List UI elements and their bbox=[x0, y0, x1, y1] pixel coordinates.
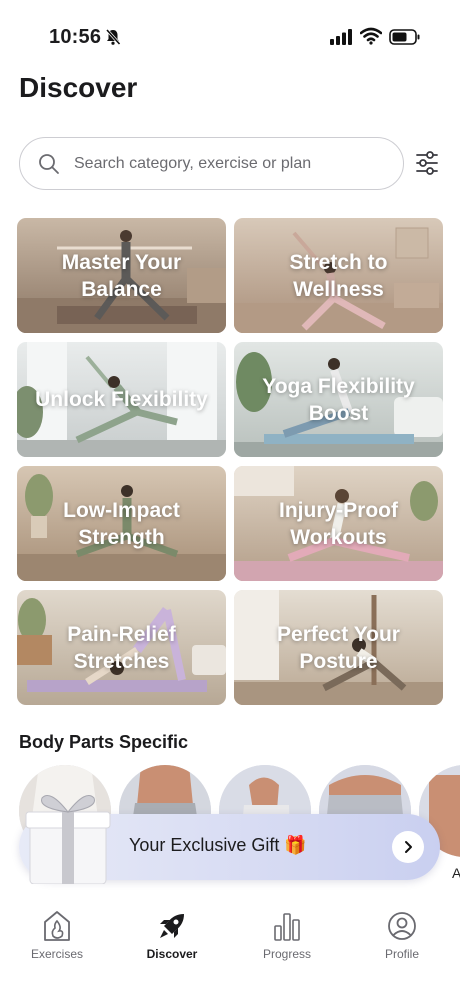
chevron-right-icon bbox=[405, 841, 412, 853]
category-card-stretch-to-wellness[interactable]: Stretch to Wellness bbox=[234, 218, 443, 333]
category-label: Yoga Flexibility Boost bbox=[262, 374, 415, 425]
search-bar[interactable] bbox=[19, 137, 404, 190]
tab-label: Discover bbox=[146, 947, 198, 961]
tab-profile[interactable]: Profile bbox=[357, 910, 447, 961]
category-label: Stretch to Wellness bbox=[289, 250, 388, 301]
category-label: Pain-Relief Stretches bbox=[67, 622, 176, 673]
body-part-label: A bbox=[452, 865, 460, 881]
category-label: Unlock Flexibility bbox=[35, 388, 208, 411]
category-label: Low-Impact Strength bbox=[63, 498, 180, 549]
category-card-pain-relief-stretches[interactable]: Pain-Relief Stretches bbox=[17, 590, 226, 705]
flame-icon bbox=[44, 911, 70, 941]
tab-progress[interactable]: Progress bbox=[242, 910, 332, 961]
category-label: Perfect Your Posture bbox=[277, 622, 400, 673]
status-time: 10:56 bbox=[49, 26, 102, 48]
bar-chart-icon bbox=[274, 913, 300, 941]
bottom-tab-bar: Exercises Discover Progress Profile bbox=[0, 900, 460, 1000]
tab-label: Profile bbox=[384, 947, 419, 961]
category-card-master-your-balance[interactable]: Master Your Balance bbox=[17, 218, 226, 333]
cellular-signal-icon bbox=[330, 29, 352, 45]
category-card-unlock-flexibility[interactable]: Unlock Flexibility bbox=[17, 342, 226, 457]
page-title: Discover bbox=[19, 72, 138, 103]
rocket-icon bbox=[160, 914, 184, 938]
category-card-yoga-flexibility-boost[interactable]: Yoga Flexibility Boost bbox=[234, 342, 443, 457]
category-label: Injury-Proof Workouts bbox=[279, 498, 398, 549]
category-card-injury-proof-workouts[interactable]: Injury-Proof Workouts bbox=[234, 466, 443, 581]
wifi-icon bbox=[360, 27, 382, 45]
category-label: Master Your Balance bbox=[61, 250, 182, 301]
gift-banner-label: Your Exclusive Gift 🎁 bbox=[129, 835, 307, 855]
gift-box-icon bbox=[25, 795, 111, 884]
search-icon bbox=[39, 154, 59, 174]
status-bar: 10:56 bbox=[0, 0, 460, 70]
category-card-low-impact-strength[interactable]: Low-Impact Strength bbox=[17, 466, 226, 581]
tab-discover[interactable]: Discover bbox=[127, 910, 217, 961]
tab-label: Progress bbox=[262, 947, 312, 961]
gift-arrow-button[interactable] bbox=[392, 831, 424, 863]
tab-exercises[interactable]: Exercises bbox=[12, 910, 102, 961]
bell-muted-icon bbox=[105, 29, 121, 45]
search-input[interactable] bbox=[74, 152, 384, 176]
filter-sliders-icon[interactable] bbox=[415, 150, 439, 176]
section-title-body-parts: Body Parts Specific bbox=[19, 732, 189, 752]
battery-icon bbox=[389, 29, 420, 45]
user-icon bbox=[388, 912, 416, 940]
category-card-perfect-your-posture[interactable]: Perfect Your Posture bbox=[234, 590, 443, 705]
tab-label: Exercises bbox=[30, 947, 83, 961]
